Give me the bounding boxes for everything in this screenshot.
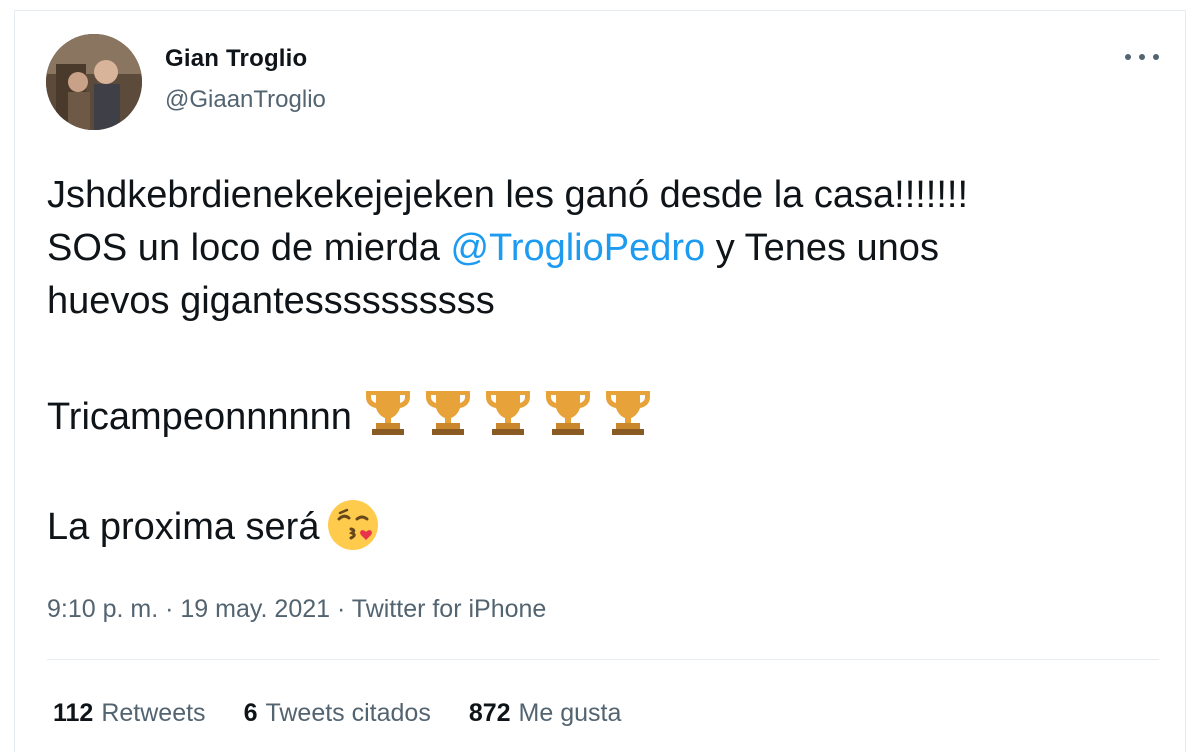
mention-link[interactable]: @TroglioPedro — [450, 227, 705, 269]
tweet-text: Jshdkebrdienekekejejeken les ganó desde … — [47, 169, 1167, 554]
likes-label: Me gusta — [518, 699, 622, 727]
tweet-text-segment: Tricampeonnnnnn — [47, 396, 352, 438]
face-blowing-kiss-icon — [328, 500, 379, 550]
trophy-icon — [545, 391, 590, 435]
divider — [47, 659, 1159, 660]
author-name[interactable]: Gian Troglio — [165, 45, 307, 73]
more-options-icon[interactable] — [1125, 47, 1159, 67]
tweet-line: La proxima será — [47, 497, 1167, 554]
trophy-icon — [605, 391, 650, 435]
tweet-text-segment: SOS un loco de mierda — [47, 227, 451, 269]
tweet-source[interactable]: Twitter for iPhone — [352, 595, 547, 623]
separator: · — [158, 595, 181, 623]
tweet-text-segment: y Tenes unos — [705, 227, 939, 269]
quote-tweets-stat[interactable]: 6 Tweets citados — [244, 699, 431, 728]
tweet-line: Jshdkebrdienekekejejeken les ganó desde … — [47, 174, 969, 216]
retweets-label: Retweets — [101, 699, 206, 727]
trophy-icon — [425, 391, 470, 435]
separator: · — [330, 595, 352, 623]
trophy-emojis — [358, 381, 658, 437]
tweet-date[interactable]: 19 may. 2021 — [180, 595, 330, 623]
quotes-label: Tweets citados — [265, 699, 431, 727]
likes-count: 872 — [468, 699, 511, 727]
tweet-line: huevos gigantessssssssss — [47, 280, 495, 322]
retweets-stat[interactable]: 112 Retweets — [53, 699, 206, 728]
engagement-stats: 112 Retweets 6 Tweets citados 872 Me gusta — [53, 699, 621, 728]
quotes-count: 6 — [243, 699, 258, 727]
likes-stat[interactable]: 872 Me gusta — [469, 699, 622, 728]
avatar[interactable] — [46, 34, 142, 130]
tweet-line: Tricampeonnnnnn — [47, 381, 1167, 444]
retweets-count: 112 — [53, 699, 94, 727]
tweet-text-segment: La proxima será — [47, 506, 320, 548]
tweet-metadata: 9:10 p. m. · 19 may. 2021 · Twitter for … — [47, 595, 546, 624]
tweet-card: Gian Troglio @GiaanTroglio Jshdkebrdiene… — [14, 10, 1186, 752]
trophy-icon — [365, 391, 410, 435]
author-handle[interactable]: @GiaanTroglio — [165, 86, 326, 114]
tweet-time[interactable]: 9:10 p. m. — [47, 595, 158, 623]
tweet-line: SOS un loco de mierda @TroglioPedro y Te… — [47, 222, 1167, 275]
trophy-icon — [485, 391, 530, 435]
